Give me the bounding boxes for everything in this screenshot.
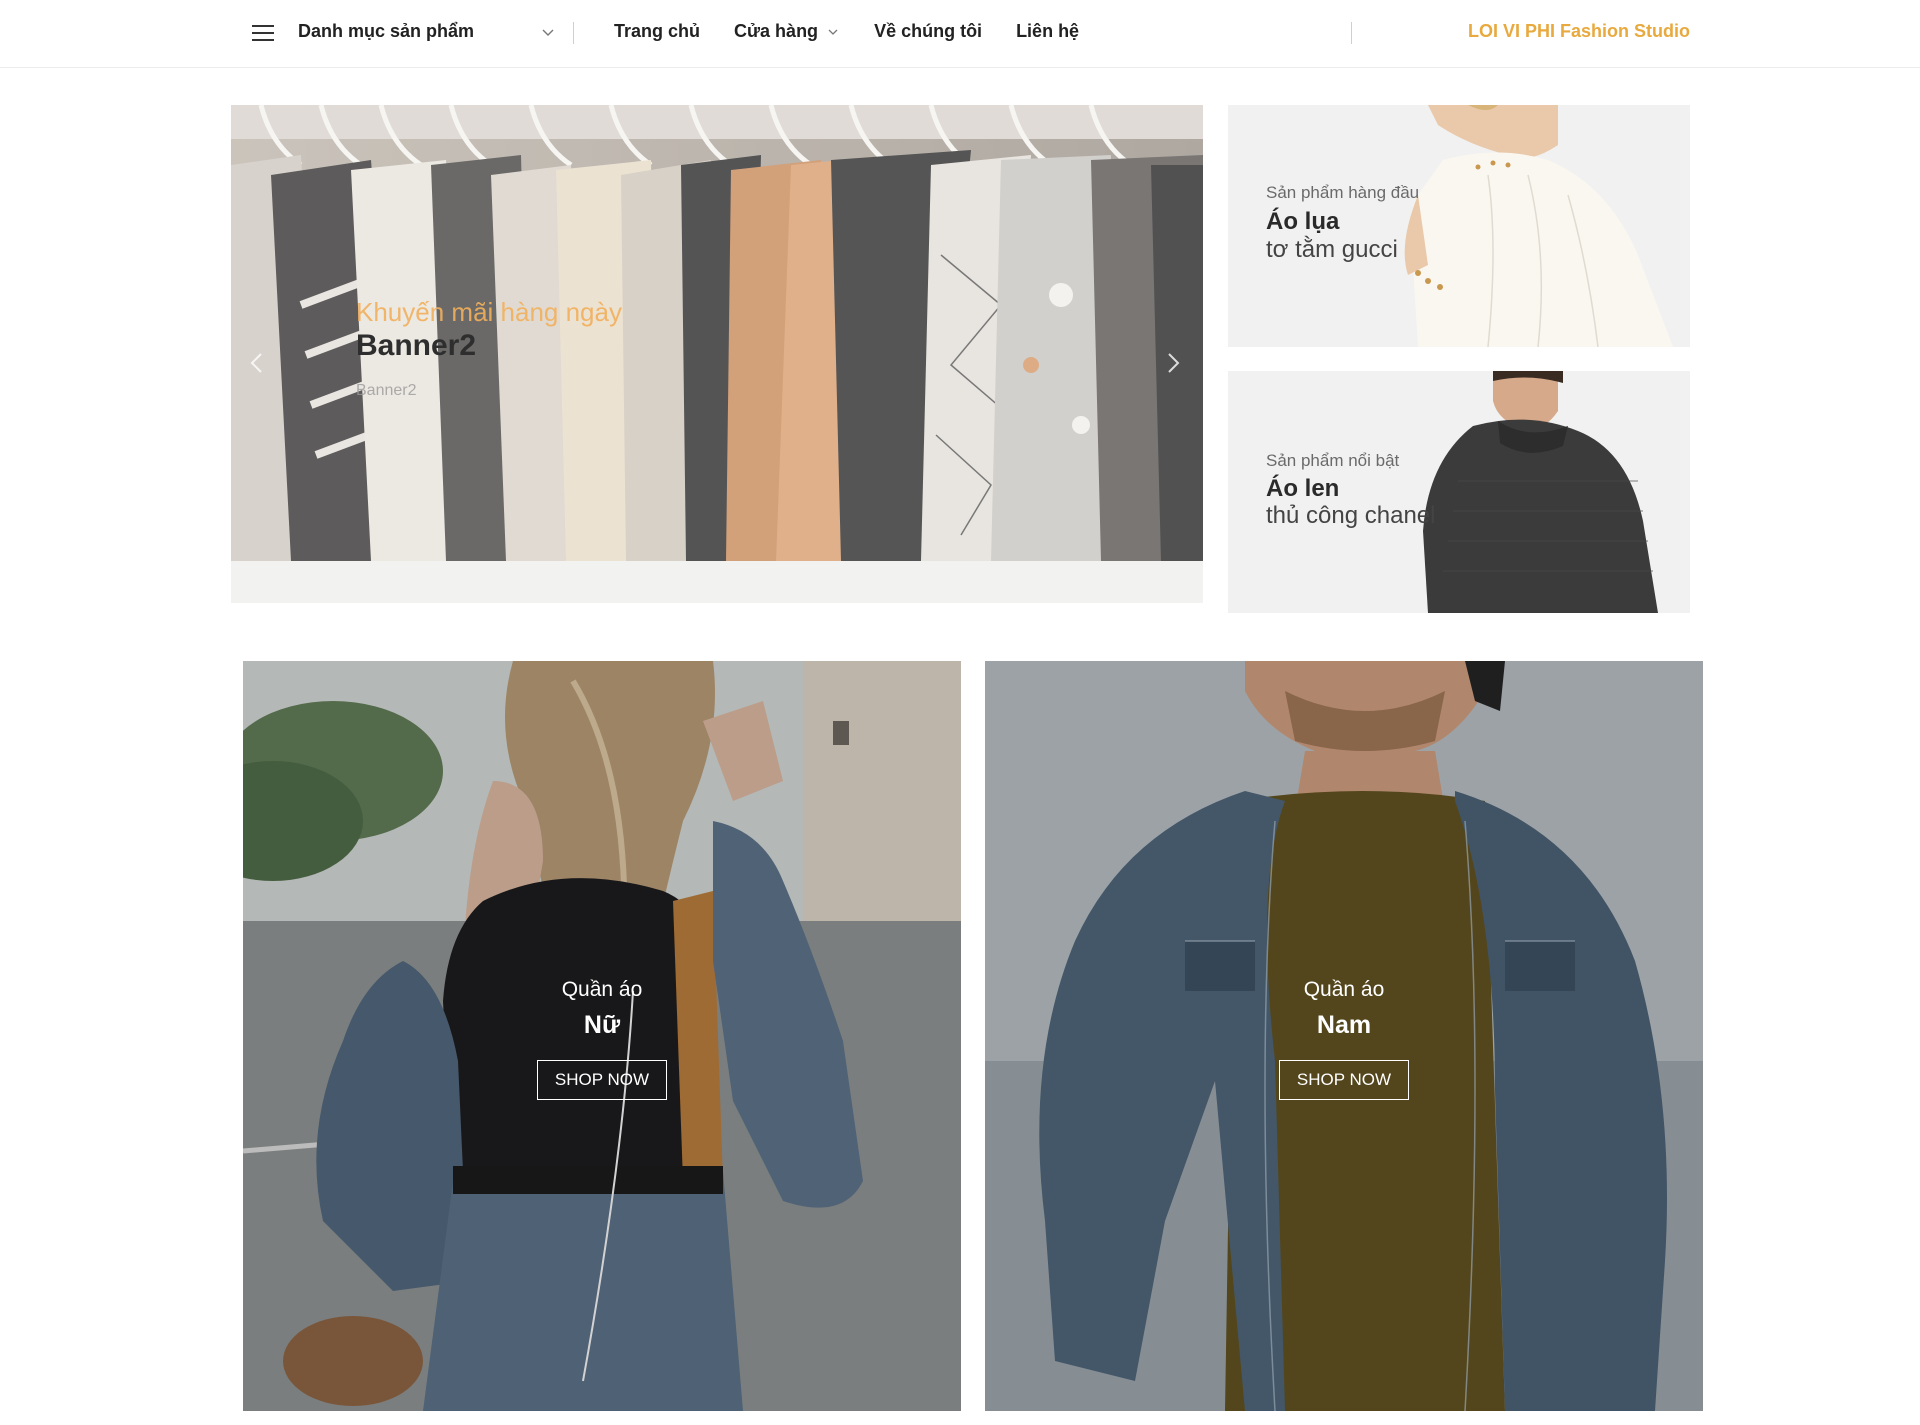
menu-icon[interactable] (252, 24, 274, 42)
category-banner-women[interactable]: Quần áo Nữ SHOP NOW (243, 661, 961, 1411)
brand-name[interactable]: LOI VI PHI Fashion Studio (1468, 21, 1690, 42)
category-subtitle: Quần áo (561, 978, 643, 1001)
main-nav: Trang chủ Cửa hàng Về chúng tôi Liên hệ (614, 21, 1079, 42)
nav-item-contact[interactable]: Liên hệ (1016, 21, 1079, 42)
nav-item-about[interactable]: Về chúng tôi (874, 21, 982, 42)
promo-card-sweater[interactable]: Sản phẩm nổi bật Áo len thủ công chanel (1228, 371, 1690, 613)
hero-slider: Khuyến mãi hàng ngày Banner2 Banner2 (231, 105, 1203, 603)
promo-title: Áo lụa (1266, 208, 1340, 235)
chevron-left-icon[interactable] (243, 349, 271, 377)
category-banner-men[interactable]: Quần áo Nam SHOP NOW (985, 661, 1703, 1411)
chevron-down-icon[interactable] (540, 24, 556, 40)
hero-subtitle: Khuyến mãi hàng ngày (356, 297, 622, 327)
category-title: Nữ (583, 1011, 621, 1039)
header-divider (573, 22, 574, 44)
hero-title: Banner2 (356, 329, 477, 362)
nav-item-label: Trang chủ (614, 21, 701, 41)
hero-caption: Banner2 (356, 382, 417, 399)
shop-now-button[interactable]: SHOP NOW (537, 1060, 667, 1100)
promo-desc: thủ công chanel (1266, 502, 1436, 529)
promo-subtitle: Sản phẩm hàng đầu (1266, 183, 1420, 202)
header-divider (1351, 22, 1352, 44)
promo-desc: tơ tằm gucci (1266, 236, 1398, 263)
promo-subtitle: Sản phẩm nổi bật (1266, 451, 1400, 470)
shop-now-button[interactable]: SHOP NOW (1279, 1060, 1409, 1100)
nav-item-label: Cửa hàng (734, 21, 819, 41)
chevron-down-icon (828, 29, 838, 35)
nav-item-home[interactable]: Trang chủ (614, 21, 700, 42)
nav-item-label: Liên hệ (1016, 21, 1080, 41)
nav-item-shop[interactable]: Cửa hàng (734, 21, 840, 42)
category-subtitle: Quần áo (1303, 978, 1385, 1001)
category-title: Nam (1316, 1011, 1372, 1039)
site-header: Danh mục sản phẩm Trang chủ Cửa hàng Về … (0, 0, 1920, 68)
nav-item-label: Về chúng tôi (874, 21, 983, 41)
promo-title: Áo len (1266, 475, 1340, 502)
category-menu-label[interactable]: Danh mục sản phẩm (298, 21, 474, 42)
promo-card-silk[interactable]: Sản phẩm hàng đầu Áo lụa tơ tằm gucci (1228, 105, 1690, 347)
chevron-right-icon[interactable] (1159, 349, 1187, 377)
